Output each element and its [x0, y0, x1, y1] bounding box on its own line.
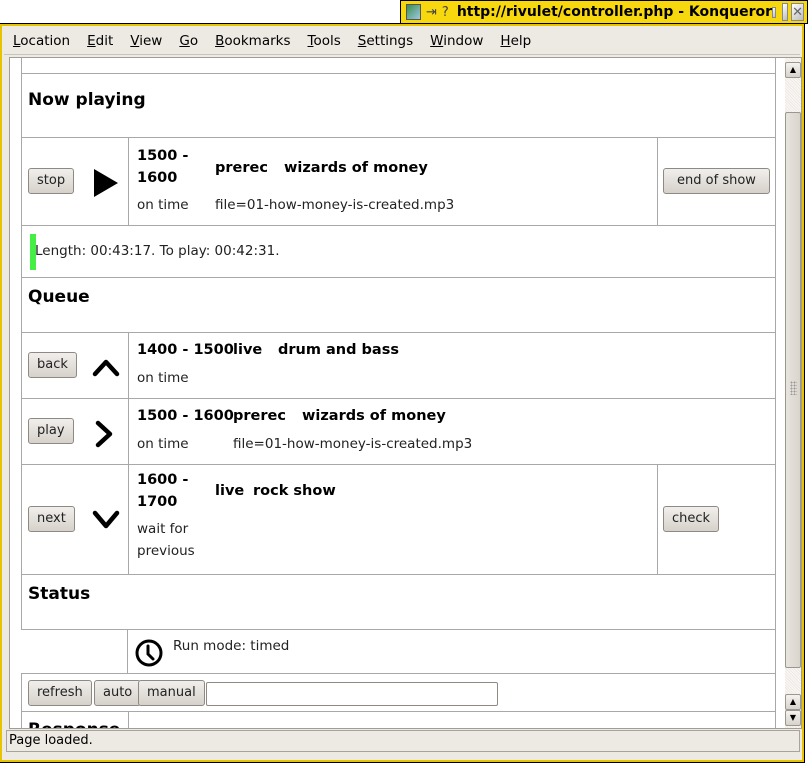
response-row: Response [21, 712, 776, 728]
response-heading: Response [28, 720, 120, 728]
now-playing-type: prerec [215, 160, 268, 176]
now-playing-title: wizards of money [284, 160, 428, 176]
queue-item: back 1400 - 1500 live drum and bass on t… [21, 333, 776, 399]
command-input[interactable] [206, 682, 498, 706]
menu-bar: Location Edit View Go Bookmarks Tools Settings… [4, 28, 800, 55]
check-button[interactable]: check [663, 506, 720, 532]
queue-item-timing-line2: previous [137, 543, 195, 559]
back-button[interactable]: back [28, 352, 77, 378]
queue-item-timing: on time [137, 370, 189, 386]
chevron-right-icon [95, 420, 113, 448]
queue-item: next 1600 - 1700 live rock show wait for… [21, 465, 776, 575]
scroll-up-button-bottom[interactable]: ▲ [785, 694, 801, 710]
menu-help[interactable]: Help [491, 33, 539, 49]
queue-heading: Queue [28, 287, 90, 307]
end-of-show-button[interactable]: end of show [663, 168, 770, 194]
queue-item-file: file=01-how-money-is-created.mp3 [233, 436, 473, 452]
pin-icon[interactable]: ⇥ [426, 4, 437, 20]
content-view: Now playing stop 1500 - 1600 prerec wiza… [9, 57, 802, 729]
queue-item-type: live [233, 342, 263, 358]
queue-item-type: prerec [233, 408, 286, 424]
play-button[interactable]: play [28, 418, 74, 444]
browser-window: Location Edit View Go Bookmarks Tools Settings… [0, 23, 805, 763]
clock-icon [135, 639, 163, 667]
stop-button[interactable]: stop [28, 168, 75, 194]
scroll-down-button[interactable]: ▼ [785, 710, 801, 726]
top-spacer-row [21, 58, 776, 74]
queue-item-title: rock show [253, 483, 336, 499]
now-playing-time-start: 1500 - [137, 148, 189, 164]
play-icon [94, 169, 118, 197]
menu-go[interactable]: Go [170, 33, 206, 49]
manual-button[interactable]: manual [138, 680, 205, 706]
minimize-button[interactable] [772, 6, 777, 18]
status-header-row: Status [21, 575, 776, 630]
now-playing-row: stop 1500 - 1600 prerec wizards of money… [21, 138, 776, 226]
queue-item-type: live [215, 483, 245, 499]
queue-item-timing-line1: wait for [137, 521, 189, 537]
now-playing-file: file=01-how-money-is-created.mp3 [215, 197, 455, 213]
scroll-up-button[interactable]: ▲ [785, 62, 801, 78]
menu-tools[interactable]: Tools [299, 33, 349, 49]
status-heading: Status [28, 584, 91, 604]
controls-row: refresh auto manual [21, 674, 776, 712]
queue-item-time: 1400 - 1500 [137, 342, 234, 358]
progress-text: Length: 00:43:17. To play: 00:42:31. [35, 243, 280, 259]
menu-view[interactable]: View [121, 33, 170, 49]
help-icon[interactable]: ? [442, 4, 449, 20]
now-playing-time-end: 1600 [137, 170, 178, 186]
queue-header-row: Queue [21, 278, 776, 333]
now-playing-heading: Now playing [28, 90, 146, 110]
status-bar: Page loaded. [6, 730, 800, 752]
app-icon[interactable] [406, 4, 421, 20]
auto-button[interactable]: auto [94, 680, 142, 706]
vertical-scrollbar[interactable]: ▲ ▲ ▼ [785, 58, 801, 728]
queue-item-time-start: 1600 - [137, 472, 189, 488]
window-title: http://rivulet/controller.php - Konquero… [456, 4, 772, 20]
close-button[interactable]: ✕ [791, 3, 804, 21]
scrollbar-thumb[interactable] [785, 112, 801, 668]
title-bar: ⇥ ? http://rivulet/controller.php - Konq… [400, 0, 808, 24]
queue-item-time-end: 1700 [137, 494, 178, 510]
progress-row: Length: 00:43:17. To play: 00:42:31. [21, 226, 776, 278]
queue-item-timing: on time [137, 436, 189, 452]
menu-location[interactable]: Location [4, 33, 78, 49]
queue-item-time: 1500 - 1600 [137, 408, 234, 424]
menu-settings[interactable]: Settings [349, 33, 421, 49]
chevron-up-icon [92, 359, 120, 377]
queue-item-title: drum and bass [278, 342, 399, 358]
menu-edit[interactable]: Edit [78, 33, 121, 49]
now-playing-header-row: Now playing [21, 74, 776, 138]
chevron-down-icon [92, 510, 120, 529]
queue-item-title: wizards of money [302, 408, 446, 424]
now-playing-timing: on time [137, 197, 189, 213]
refresh-button[interactable]: refresh [28, 680, 92, 706]
menu-bookmarks[interactable]: Bookmarks [206, 33, 298, 49]
next-button[interactable]: next [28, 506, 75, 532]
run-mode-row: Run mode: timed [21, 630, 776, 674]
queue-item: play 1500 - 1600 prerec wizards of money… [21, 399, 776, 465]
maximize-button[interactable] [782, 3, 789, 21]
run-mode-text: Run mode: timed [173, 638, 290, 654]
menu-window[interactable]: Window [421, 33, 491, 49]
